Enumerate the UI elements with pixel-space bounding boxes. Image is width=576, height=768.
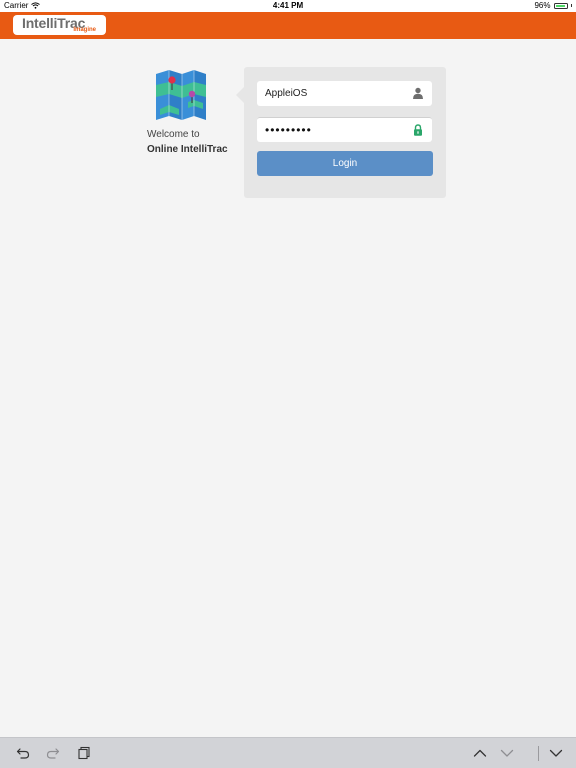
intellitrac-logo: IntelliTrac Imagine [13,15,106,35]
folded-map-icon [156,70,206,120]
status-bar: Carrier 4:41 PM 96% [0,0,576,12]
lock-icon [414,124,422,136]
battery-icon [553,2,568,9]
status-time: 4:41 PM [272,1,304,10]
clipboard-icon[interactable] [77,746,91,760]
chevron-up-icon[interactable] [473,746,487,760]
keyboard-toolbar [0,737,576,768]
battery-indicator: 96% [534,1,572,10]
welcome-app-name: Online IntelliTrac [147,144,228,155]
password-field-container [257,117,432,142]
toolbar-divider [538,746,539,761]
login-panel: Login [236,67,446,198]
redo-icon[interactable] [46,746,60,760]
app-header: IntelliTrac Imagine [0,12,576,39]
undo-icon[interactable] [16,746,30,760]
username-input[interactable] [265,81,405,106]
battery-percent: 96% [534,1,551,10]
user-icon [413,87,423,99]
welcome-text: Welcome to [147,129,200,140]
login-button[interactable]: Login [257,151,433,176]
password-input[interactable] [265,117,405,142]
chevron-down-icon[interactable] [500,746,514,760]
panel-pointer [236,87,244,103]
username-field-container [257,81,432,106]
logo-subtext: Imagine [73,27,96,33]
keyboard-dismiss-icon[interactable] [549,746,563,760]
